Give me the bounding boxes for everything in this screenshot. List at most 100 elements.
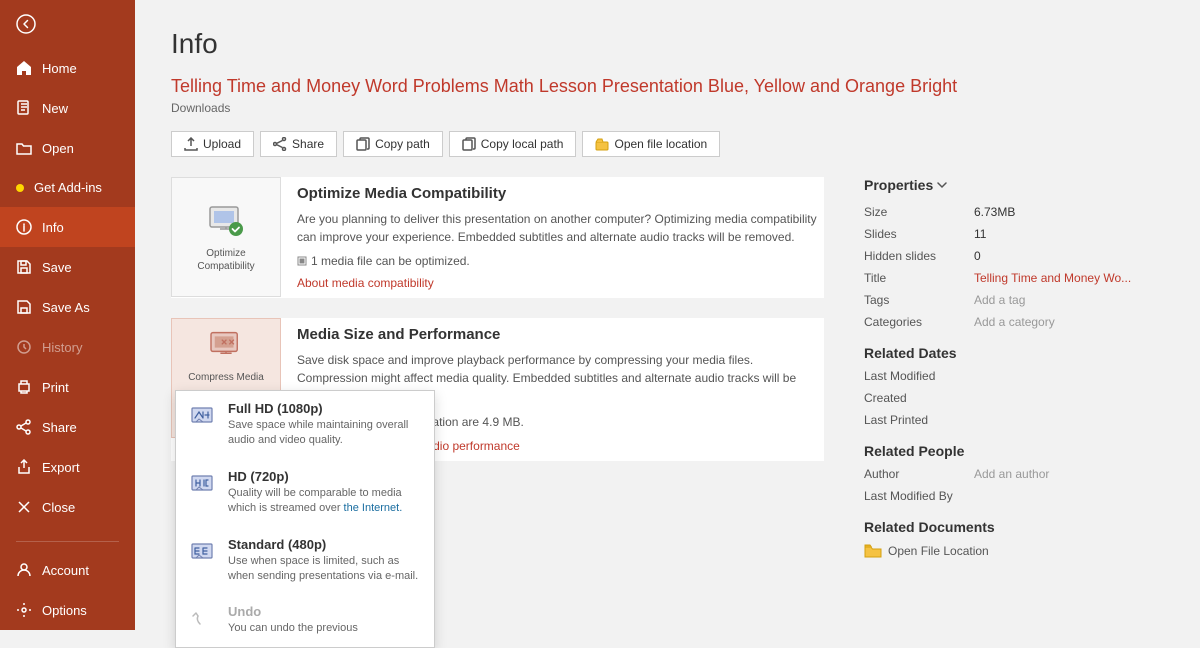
sidebar: Home New Open Get Add-ins Info Save [0, 0, 135, 630]
full-hd-option[interactable]: Full HD (1080p) Save space while maintai… [176, 391, 434, 459]
open-file-location-docs-label: Open File Location [888, 544, 989, 558]
slides-label: Slides [864, 227, 974, 241]
sidebar-item-history[interactable]: History [0, 327, 135, 367]
about-media-compat-link[interactable]: About media compatibility [297, 276, 824, 290]
hd-text: HD (720p) Quality will be comparable to … [228, 469, 420, 517]
sidebar-item-add-ins-label: Get Add-ins [34, 180, 102, 195]
upload-label: Upload [203, 137, 241, 151]
sidebar-item-open[interactable]: Open [0, 128, 135, 168]
sidebar-item-print[interactable]: Print [0, 367, 135, 407]
categories-value[interactable]: Add a category [974, 315, 1055, 329]
sidebar-item-options[interactable]: Options [0, 590, 135, 630]
undo-text: Undo You can undo the previous [228, 604, 358, 630]
close-icon [16, 499, 32, 515]
right-column: Properties Size 6.73MB Slides 11 Hidden … [864, 177, 1164, 559]
sidebar-item-save-as-label: Save As [42, 300, 90, 315]
home-icon [16, 60, 32, 76]
new-icon [16, 100, 32, 116]
undo-desc: You can undo the previous [228, 621, 358, 630]
full-hd-title: Full HD (1080p) [228, 401, 420, 416]
standard-icon [190, 539, 218, 567]
copy-path-button[interactable]: Copy path [343, 131, 443, 157]
title-value[interactable]: Telling Time and Money Wo... [974, 271, 1131, 285]
history-icon [16, 339, 32, 355]
prop-title: Title Telling Time and Money Wo... [864, 271, 1164, 285]
hd-title: HD (720p) [228, 469, 420, 484]
optimize-icon: Optimize Compatibility [171, 177, 281, 297]
sidebar-item-export-label: Export [42, 460, 80, 475]
optimize-icon-label: Optimize Compatibility [180, 247, 272, 273]
copy-local-path-button[interactable]: Copy local path [449, 131, 577, 157]
hd-option[interactable]: HD (720p) Quality will be comparable to … [176, 459, 434, 527]
sidebar-item-close[interactable]: Close [0, 487, 135, 527]
share-button[interactable]: Share [260, 131, 337, 157]
sidebar-item-get-add-ins[interactable]: Get Add-ins [0, 168, 135, 207]
hd-icon [190, 471, 218, 499]
sidebar-item-options-label: Options [42, 603, 87, 618]
undo-title: Undo [228, 604, 358, 619]
main-content: Info Telling Time and Money Word Problem… [135, 0, 1200, 630]
save-as-icon [16, 299, 32, 315]
hidden-slides-label: Hidden slides [864, 249, 974, 263]
author-label: Author [864, 467, 974, 481]
size-value: 6.73MB [974, 205, 1015, 219]
upload-button[interactable]: Upload [171, 131, 254, 157]
sidebar-item-export[interactable]: Export [0, 447, 135, 487]
sidebar-item-history-label: History [42, 340, 82, 355]
export-icon [16, 459, 32, 475]
related-people-header: Related People [864, 443, 1164, 459]
folder-icon [864, 543, 882, 559]
sidebar-item-home[interactable]: Home [0, 48, 135, 88]
checkbox-icon [297, 256, 307, 266]
sidebar-item-new-label: New [42, 101, 68, 116]
share-toolbar-icon [273, 137, 287, 151]
open-file-location-icon [595, 137, 609, 151]
sidebar-item-new[interactable]: New [0, 88, 135, 128]
back-button[interactable] [0, 0, 135, 48]
file-title: Telling Time and Money Word Problems Mat… [171, 76, 1164, 97]
sidebar-item-close-label: Close [42, 500, 75, 515]
sidebar-item-save-as[interactable]: Save As [0, 287, 135, 327]
file-location: Downloads [171, 101, 1164, 115]
optimize-body: Optimize Media Compatibility Are you pla… [297, 177, 824, 298]
related-docs-header: Related Documents [864, 519, 1164, 535]
full-hd-text: Full HD (1080p) Save space while maintai… [228, 401, 420, 449]
sidebar-item-account-label: Account [42, 563, 89, 578]
hd-desc: Quality will be comparable to media whic… [228, 486, 420, 517]
sidebar-item-share-label: Share [42, 420, 77, 435]
properties-chevron-icon [937, 181, 947, 189]
internet-link[interactable]: the Internet. [344, 502, 403, 514]
prop-last-modified: Last Modified [864, 369, 1164, 383]
optimize-title: Optimize Media Compatibility [297, 185, 824, 202]
last-modified-by-label: Last Modified By [864, 489, 974, 503]
toolbar: Upload Share Copy path [171, 131, 1164, 157]
open-file-location-button[interactable]: Open file location [582, 131, 720, 157]
prop-size: Size 6.73MB [864, 205, 1164, 219]
sidebar-item-info[interactable]: Info [0, 207, 135, 247]
undo-item: Undo You can undo the previous [176, 594, 434, 630]
sidebar-item-save[interactable]: Save [0, 247, 135, 287]
optimize-note: 1 media file can be optimized. [297, 254, 824, 268]
share-label: Share [292, 137, 324, 151]
share-icon [16, 419, 32, 435]
standard-option[interactable]: Standard (480p) Use when space is limite… [176, 527, 434, 595]
sidebar-item-share[interactable]: Share [0, 407, 135, 447]
sidebar-item-account[interactable]: Account [0, 550, 135, 590]
back-icon [16, 14, 36, 34]
tags-value[interactable]: Add a tag [974, 293, 1025, 307]
prop-categories: Categories Add a category [864, 315, 1164, 329]
properties-title: Properties [864, 177, 933, 193]
author-value[interactable]: Add an author [974, 467, 1049, 481]
prop-last-printed: Last Printed [864, 413, 1164, 427]
open-file-location-link[interactable]: Open File Location [864, 543, 1164, 559]
add-ins-dot [16, 184, 24, 192]
standard-title: Standard (480p) [228, 537, 420, 552]
created-label: Created [864, 391, 974, 405]
full-hd-icon [190, 403, 218, 431]
copy-path-label: Copy path [375, 137, 430, 151]
info-icon [16, 219, 32, 235]
account-icon [16, 562, 32, 578]
properties-header: Properties [864, 177, 1164, 193]
sidebar-item-open-label: Open [42, 141, 74, 156]
last-printed-label: Last Printed [864, 413, 974, 427]
